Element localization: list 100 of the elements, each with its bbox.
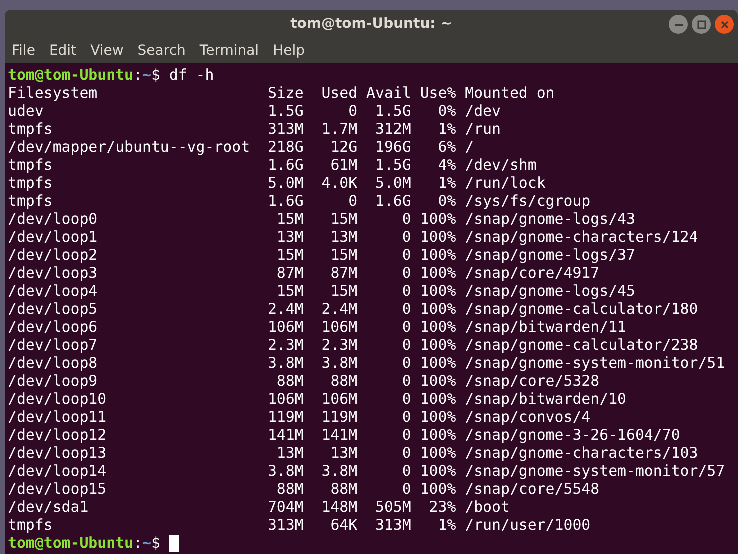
menu-item[interactable]: Terminal (200, 42, 260, 58)
maximize-button[interactable] (692, 15, 711, 34)
table-cell-text: 88M (330, 372, 358, 390)
table-cell: 100% (420, 480, 456, 498)
table-cell-text: 106M (266, 318, 304, 336)
column-header: Use% (420, 84, 456, 102)
table-cell-text: /dev/mapper/ubuntu--vg-root (8, 138, 252, 156)
table-cell: /snap/gnome-calculator/238 (465, 336, 698, 354)
table-cell-text: /dev/loop3 (8, 264, 99, 282)
prompt-path: ~ (142, 66, 152, 84)
table-cell: 100% (420, 318, 456, 336)
table-cell: /snap/gnome-calculator/180 (465, 300, 698, 318)
menu-item[interactable]: Help (273, 42, 305, 58)
table-cell-text: 15M (330, 246, 358, 264)
prompt-symbol: $ (151, 534, 160, 552)
table-cell-text: 0 (401, 462, 412, 480)
table-cell-text: /dev/loop5 (8, 300, 99, 318)
menu-item[interactable]: Edit (49, 42, 77, 58)
table-cell-text: 312M (374, 120, 412, 138)
table-cell-text: 5.0M (266, 174, 304, 192)
table-cell-text: 12G (330, 138, 358, 156)
table-cell-text: 141M (266, 426, 304, 444)
table-cell-text: 88M (330, 480, 358, 498)
table-cell-text: 106M (266, 390, 304, 408)
table-cell-text: /dev/sda1 (8, 498, 90, 516)
prompt-user-host: tom@tom-Ubuntu (8, 66, 134, 84)
table-cell-text: 0 (348, 102, 358, 120)
table-cell: /boot (465, 498, 510, 516)
table-cell-text: 0% (437, 192, 456, 210)
table-cell-text: 3.8M (266, 462, 304, 480)
column-header: Mounted on (465, 84, 555, 102)
table-cell: 100% (420, 462, 456, 480)
close-button[interactable] (715, 15, 734, 34)
table-cell: 100% (420, 228, 456, 246)
table-cell-text: 1.7M (320, 120, 358, 138)
table-cell-text: 15M (276, 282, 304, 300)
table-cell-text: 64K (330, 516, 358, 534)
menu-item[interactable]: Search (138, 42, 186, 58)
table-cell-text: 1.5G (266, 102, 304, 120)
table-cell-text: 15M (276, 246, 304, 264)
table-cell-text: 2.3M (320, 336, 358, 354)
minimize-button[interactable] (669, 15, 688, 34)
table-cell-text: 3.8M (320, 462, 358, 480)
table-cell-text: 1.6G (374, 192, 412, 210)
table-cell-text: 1.5G (374, 102, 412, 120)
table-cell-text: /dev/loop2 (8, 246, 99, 264)
table-cell-text: 15M (276, 210, 304, 228)
table-cell-text: /dev/loop1 (8, 228, 99, 246)
table-cell-text: /dev/loop8 (8, 354, 99, 372)
table-cell-text: 0 (348, 192, 358, 210)
table-cell-text: 2.4M (266, 300, 304, 318)
text-cursor (169, 534, 180, 552)
table-cell-text: /dev/loop11 (8, 408, 108, 426)
table-cell-text: 0 (401, 408, 412, 426)
table-cell-text: 13M (276, 444, 304, 462)
table-cell-text: 313M (374, 516, 412, 534)
prompt-symbol: $ (151, 66, 160, 84)
table-cell-text: 2.4M (320, 300, 358, 318)
prompt-separator: : (134, 534, 142, 552)
table-cell: 100% (420, 390, 456, 408)
table-cell: /snap/bitwarden/11 (465, 318, 626, 336)
table-cell-text: 0 (401, 390, 412, 408)
column-header: Filesystem (8, 84, 99, 102)
table-cell-text: 313M (266, 516, 304, 534)
table-cell-text: 0 (401, 372, 412, 390)
table-cell: /snap/gnome-characters/103 (465, 444, 698, 462)
table-cell-text: udev (8, 102, 45, 120)
table-cell-text: 0 (401, 480, 412, 498)
table-cell-text: 704M (266, 498, 304, 516)
table-cell-text: 13M (330, 444, 358, 462)
table-cell: /dev/shm (465, 156, 537, 174)
table-cell-text: 4.0K (320, 174, 358, 192)
table-cell-text: 0 (401, 264, 412, 282)
table-cell: /run (465, 120, 501, 138)
table-cell: /snap/core/4917 (465, 264, 600, 282)
table-cell-text: 119M (320, 408, 358, 426)
table-cell-text: 505M (374, 498, 412, 516)
table-cell: 100% (420, 282, 456, 300)
table-cell: /snap/gnome-logs/43 (465, 210, 636, 228)
table-cell: /run/user/1000 (465, 516, 591, 534)
table-cell-text: 1.6G (266, 156, 304, 174)
table-cell-text: 15M (330, 210, 358, 228)
table-cell-text: /dev/loop9 (8, 372, 99, 390)
table-cell-text: tmpfs (8, 516, 54, 534)
column-header: Used (320, 84, 358, 102)
table-cell-text: /dev/loop7 (8, 336, 99, 354)
table-cell-text: tmpfs (8, 174, 54, 192)
table-cell-text: tmpfs (8, 192, 54, 210)
menu-item[interactable]: View (90, 42, 124, 58)
maximize-icon (696, 20, 706, 30)
table-cell-text: 61M (330, 156, 358, 174)
table-cell: /sys/fs/cgroup (465, 192, 591, 210)
table-cell-text: 196G (374, 138, 412, 156)
table-cell-text: 2.3M (266, 336, 304, 354)
table-cell-text: 0 (401, 228, 412, 246)
column-header: Avail (366, 84, 412, 102)
command-text: df -h (169, 66, 214, 84)
table-cell: /snap/core/5328 (465, 372, 600, 390)
table-cell: 100% (420, 246, 456, 264)
menu-item[interactable]: File (12, 42, 36, 58)
